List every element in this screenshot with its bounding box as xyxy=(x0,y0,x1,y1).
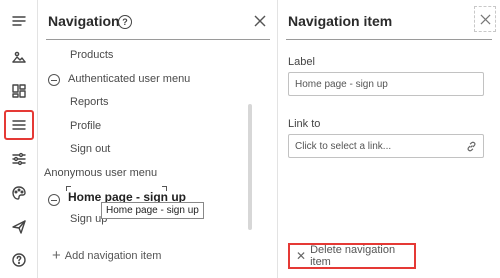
plus-icon: + xyxy=(52,247,61,264)
collapse-icon[interactable] xyxy=(48,74,60,86)
link-icon[interactable] xyxy=(466,141,477,152)
divider xyxy=(46,39,270,40)
palette-icon[interactable] xyxy=(6,180,32,206)
navigation-item-panel: Navigation item Label Home page - sign u… xyxy=(278,0,500,278)
delete-navigation-item-label: Delete navigation item xyxy=(310,244,396,268)
collapse-icon[interactable] xyxy=(48,194,60,206)
label-input[interactable]: Home page - sign up xyxy=(288,72,484,96)
tree-item-authenticated-menu[interactable]: Authenticated user menu xyxy=(68,73,190,85)
tree-item-products[interactable]: Products xyxy=(70,49,113,61)
question-icon[interactable]: ? xyxy=(118,15,132,29)
tree-item-anonymous-menu[interactable]: Anonymous user menu xyxy=(44,167,157,179)
add-navigation-item-label: Add navigation item xyxy=(64,250,162,262)
label-input-value: Home page - sign up xyxy=(295,78,388,90)
tree-item-profile[interactable]: Profile xyxy=(70,120,101,132)
item-panel-title: Navigation item xyxy=(288,13,393,29)
label-field-label: Label xyxy=(288,56,315,68)
x-icon: ✕ xyxy=(296,249,307,263)
navigation-title: Navigation xyxy=(48,13,120,29)
layout-icon[interactable] xyxy=(6,78,32,104)
close-icon[interactable] xyxy=(474,6,496,32)
tooltip: Home page - sign up xyxy=(101,202,204,219)
delete-navigation-item-button[interactable]: ✕ Delete navigation item xyxy=(288,243,416,269)
navigation-panel: Navigation ? Products Authenticated user… xyxy=(38,0,278,278)
menu-icon[interactable] xyxy=(6,8,32,34)
divider xyxy=(286,39,492,40)
link-input[interactable]: Click to select a link... xyxy=(288,134,484,158)
left-rail xyxy=(0,0,38,278)
link-input-placeholder: Click to select a link... xyxy=(295,140,392,152)
close-icon[interactable] xyxy=(254,14,268,28)
link-field-label: Link to xyxy=(288,118,321,130)
tree-item-reports[interactable]: Reports xyxy=(70,96,109,108)
sliders-icon[interactable] xyxy=(6,146,32,172)
help-icon[interactable] xyxy=(6,247,32,273)
tree-item-sign-out[interactable]: Sign out xyxy=(70,143,110,155)
navigation-icon[interactable] xyxy=(4,110,34,140)
send-icon[interactable] xyxy=(6,214,32,240)
image-icon[interactable] xyxy=(6,44,32,70)
scrollbar[interactable] xyxy=(248,104,252,230)
add-navigation-item-button[interactable]: + Add navigation item xyxy=(52,247,162,264)
